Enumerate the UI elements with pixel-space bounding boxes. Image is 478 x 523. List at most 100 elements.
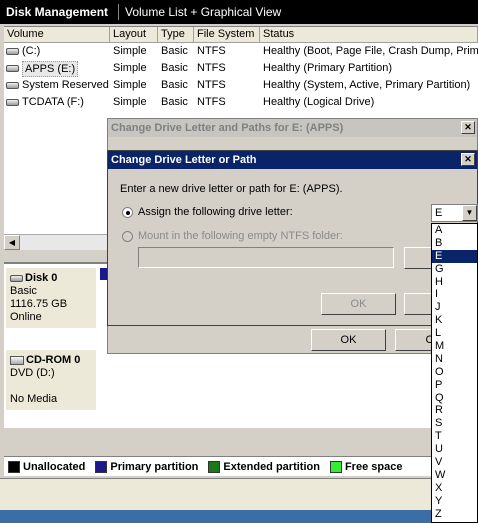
volume-layout: Simple: [113, 79, 147, 91]
table-row[interactable]: (C:) Simple Basic NTFS Healthy (Boot, Pa…: [4, 43, 478, 60]
volume-fs: NTFS: [197, 45, 226, 57]
volume-status: Healthy (Primary Partition): [263, 62, 392, 74]
assign-letter-radio[interactable]: [122, 207, 133, 218]
volume-fs: NTFS: [197, 62, 226, 74]
legend-item: Unallocated: [8, 460, 86, 473]
volume-type: Basic: [161, 79, 188, 91]
chevron-down-icon[interactable]: ▼: [462, 205, 477, 221]
mount-folder-path-field[interactable]: [138, 247, 394, 268]
column-header-volume[interactable]: Volume: [4, 27, 110, 42]
volume-type: Basic: [161, 45, 188, 57]
drive-letter-option[interactable]: X: [432, 482, 477, 495]
disk-size: 1116.75 GB: [10, 298, 68, 310]
disk-type: DVD (D:): [10, 367, 55, 379]
drive-letter-option[interactable]: K: [432, 314, 477, 327]
taskbar: [0, 510, 478, 523]
volume-type: Basic: [161, 96, 188, 108]
scroll-left-arrow-icon[interactable]: ◀: [4, 235, 20, 250]
column-header-layout[interactable]: Layout: [110, 27, 158, 42]
disk-name: CD-ROM 0: [26, 354, 81, 366]
volume-name: APPS (E:): [22, 60, 79, 77]
disk-state: No Media: [10, 393, 58, 405]
disk-icon: [10, 275, 23, 282]
dialog-prompt: Enter a new drive letter or path for E: …: [120, 183, 343, 195]
drive-letter-option[interactable]: U: [432, 443, 477, 456]
selected-drive-letter: E: [435, 207, 443, 219]
disk-state: Online: [10, 311, 42, 323]
mount-folder-label: Mount in the following empty NTFS folder…: [138, 230, 343, 242]
volume-status: Healthy (System, Active, Primary Partiti…: [263, 79, 471, 91]
volume-layout: Simple: [113, 45, 147, 57]
disk-card-disk-0[interactable]: Disk 0 Basic 1116.75 GB Online: [6, 268, 96, 328]
dialog-title: Change Drive Letter and Paths for E: (AP…: [108, 119, 477, 137]
drive-icon: [6, 82, 19, 89]
app-header: Disk Management Volume List + Graphical …: [0, 0, 478, 24]
drive-letter-option[interactable]: A: [432, 224, 477, 237]
legend-label: Unallocated: [23, 460, 86, 473]
disk-name: Disk 0: [25, 272, 58, 284]
drive-letter-option[interactable]: Q: [432, 392, 477, 405]
assign-letter-label: Assign the following drive letter:: [138, 206, 293, 218]
drive-letter-option[interactable]: Z: [432, 508, 477, 521]
drive-letter-option[interactable]: E: [432, 249, 477, 263]
horizontal-scrollbar[interactable]: ◀: [4, 234, 108, 250]
column-header-type[interactable]: Type: [158, 27, 194, 42]
mount-folder-radio[interactable]: [122, 231, 133, 242]
drive-letter-option[interactable]: B: [432, 237, 477, 250]
change-drive-letter-dialog: Change Drive Letter or Path ✕ Enter a ne…: [107, 150, 478, 326]
column-header-file-system[interactable]: File System: [194, 27, 260, 42]
table-row[interactable]: TCDATA (F:) Simple Basic NTFS Healthy (L…: [4, 94, 478, 111]
close-icon[interactable]: ✕: [461, 153, 475, 166]
header-separator: [118, 4, 119, 20]
volume-name: (C:): [22, 45, 41, 57]
legend: Unallocated Primary partition Extended p…: [4, 456, 478, 476]
drive-letter-option[interactable]: N: [432, 353, 477, 366]
drive-letter-option[interactable]: G: [432, 263, 477, 276]
drive-letter-option[interactable]: P: [432, 379, 477, 392]
volume-list-header: Volume Layout Type File System Status: [4, 27, 478, 43]
volume-status: Healthy (Logical Drive): [263, 96, 375, 108]
status-bar: [0, 478, 478, 510]
drive-letter-option[interactable]: O: [432, 366, 477, 379]
drive-letter-option[interactable]: J: [432, 301, 477, 314]
legend-item: Extended partition: [208, 460, 320, 473]
disk-type: Basic: [10, 285, 37, 297]
column-header-status[interactable]: Status: [260, 27, 478, 42]
app-title: Disk Management: [6, 5, 109, 19]
disk-size: [10, 380, 92, 393]
drive-letter-dropdown[interactable]: A B E G H I J K L M N O P Q R S T U V W …: [431, 223, 478, 523]
drive-letter-option[interactable]: V: [432, 456, 477, 469]
drive-letter-option[interactable]: M: [432, 340, 477, 353]
legend-item: Primary partition: [95, 460, 199, 473]
volume-layout: Simple: [113, 62, 147, 74]
volume-fs: NTFS: [197, 96, 226, 108]
drive-letter-option[interactable]: Y: [432, 495, 477, 508]
drive-icon: [6, 99, 19, 106]
ok-button[interactable]: OK: [311, 329, 386, 351]
drive-letter-option[interactable]: I: [432, 288, 477, 301]
drive-letter-option[interactable]: R: [432, 404, 477, 417]
legend-label: Free space: [344, 460, 403, 473]
table-row[interactable]: System Reserved Simple Basic NTFS Health…: [4, 77, 478, 94]
volume-type: Basic: [161, 62, 188, 74]
drive-letter-option[interactable]: L: [432, 327, 477, 340]
volume-name: System Reserved: [22, 79, 109, 91]
close-icon[interactable]: ✕: [461, 121, 475, 134]
ok-button[interactable]: OK: [321, 293, 396, 315]
table-row[interactable]: APPS (E:) Simple Basic NTFS Healthy (Pri…: [4, 60, 478, 77]
legend-swatch: [95, 460, 108, 473]
legend-swatch: [329, 460, 342, 473]
drive-letter-option[interactable]: H: [432, 276, 477, 289]
drive-letter-option[interactable]: W: [432, 469, 477, 482]
legend-label: Primary partition: [110, 460, 199, 473]
cdrom-icon: [10, 356, 24, 365]
drive-letter-option[interactable]: T: [432, 430, 477, 443]
legend-label: Extended partition: [223, 460, 320, 473]
drive-letter-select[interactable]: E ▼: [431, 204, 478, 222]
legend-swatch: [208, 460, 221, 473]
drive-icon: [6, 48, 19, 55]
volume-name: TCDATA (F:): [22, 96, 84, 108]
drive-letter-option[interactable]: S: [432, 417, 477, 430]
drive-icon: [6, 65, 19, 72]
disk-card-cdrom-0[interactable]: CD-ROM 0 DVD (D:) No Media: [6, 350, 96, 410]
